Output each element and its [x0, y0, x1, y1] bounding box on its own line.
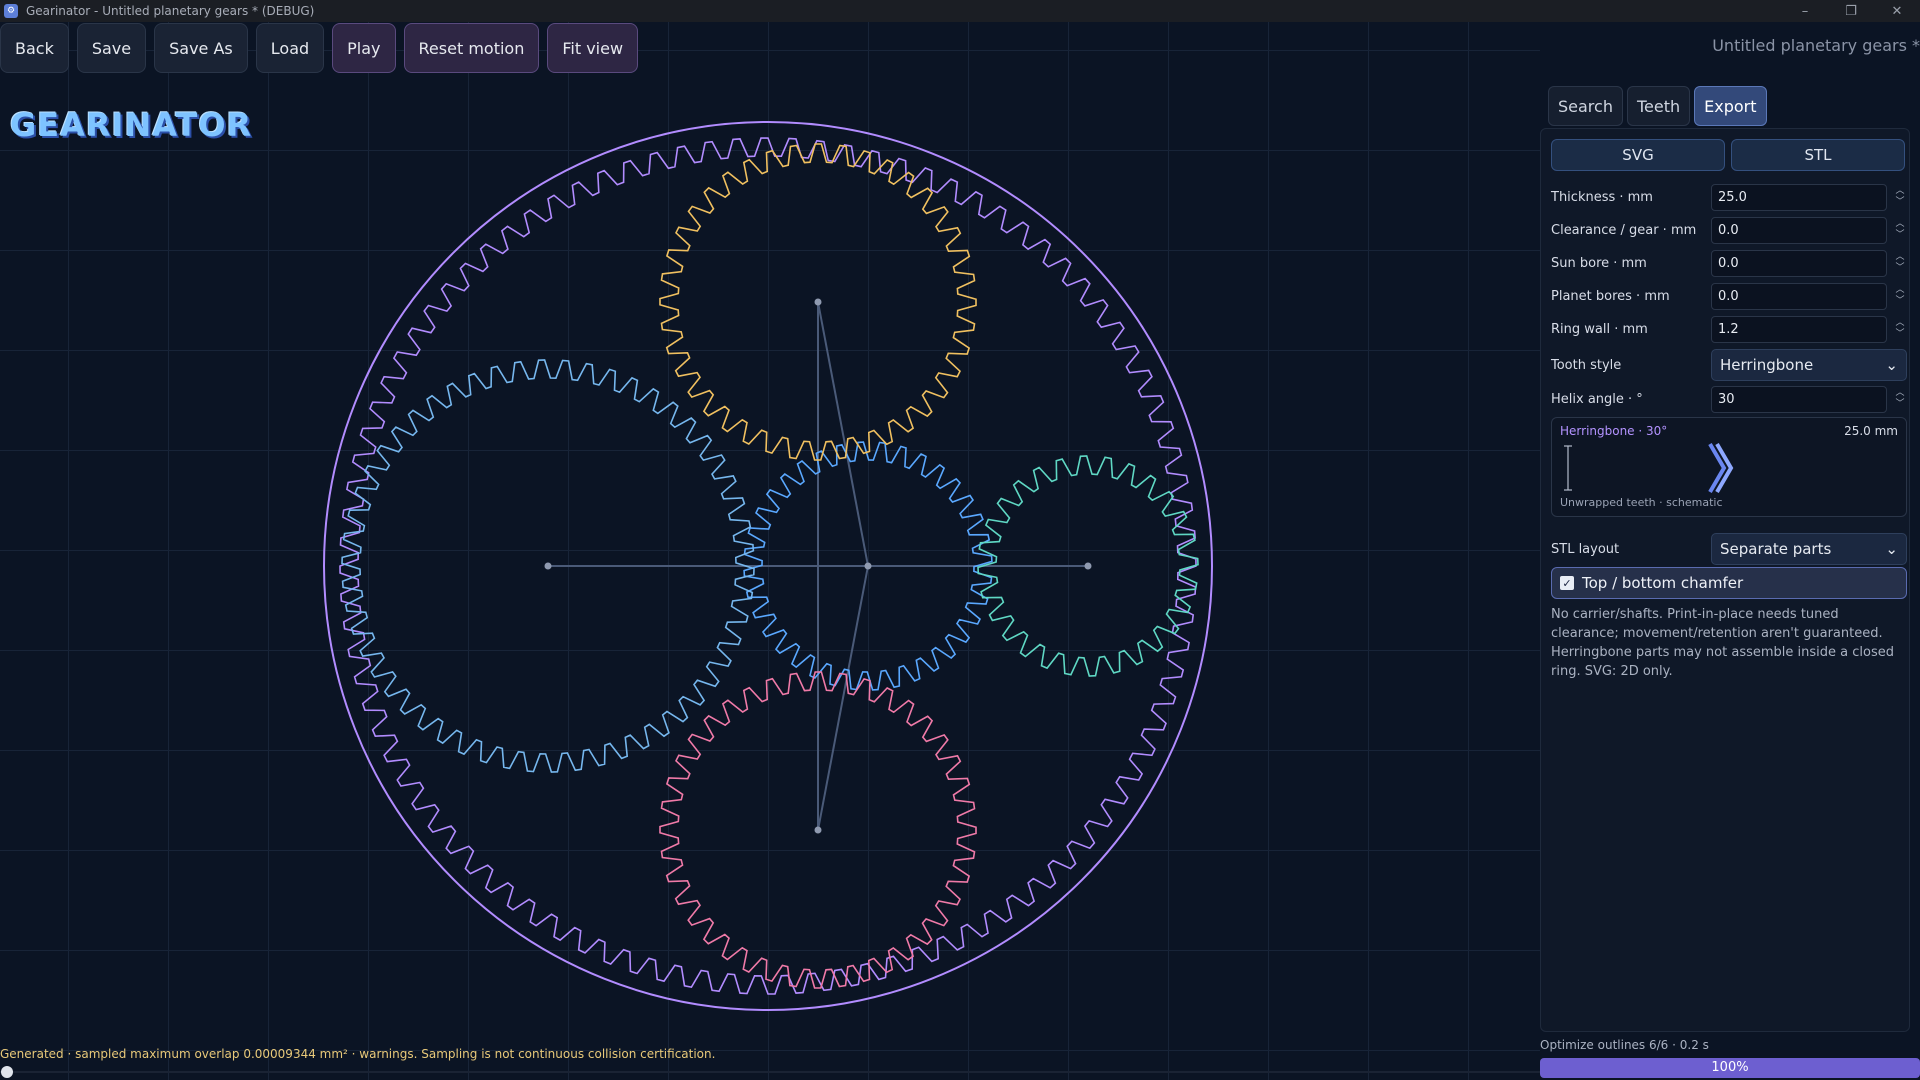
tooth-style-select[interactable]: Herringbone ⌄	[1711, 349, 1907, 381]
gear-center-point	[814, 298, 822, 306]
stl-export-button[interactable]: STL	[1731, 139, 1905, 171]
window-title: Gearinator - Untitled planetary gears * …	[26, 4, 315, 18]
toolbar: Back Save Save As Load Play Reset motion…	[0, 23, 639, 73]
title-bar: ⚙ Gearinator - Untitled planetary gears …	[0, 0, 1920, 22]
gear-drawing[interactable]	[0, 22, 1540, 1080]
export-note: No carrier/shafts. Print-in-place needs …	[1551, 607, 1894, 679]
tooth-style-value: Herringbone	[1720, 356, 1814, 374]
chevron-down-icon[interactable]: ﹀	[1893, 263, 1907, 274]
chevron-up-icon[interactable]: ︿	[1893, 285, 1907, 296]
chevron-up-icon[interactable]: ︿	[1893, 388, 1907, 399]
checkbox-checked-icon[interactable]: ✓	[1560, 576, 1574, 590]
chevron-down-icon[interactable]: ﹀	[1893, 399, 1907, 410]
timeline-handle[interactable]	[1, 1066, 13, 1078]
helix-angle-input[interactable]: 30	[1711, 385, 1887, 413]
svg-export-button[interactable]: SVG	[1551, 139, 1725, 171]
play-button[interactable]: Play	[332, 23, 396, 73]
clearance-spinner[interactable]: ︿ ﹀	[1893, 219, 1907, 241]
gear-center-point	[864, 562, 872, 570]
chevron-up-icon[interactable]: ︿	[1893, 219, 1907, 230]
sun-bore-spinner[interactable]: ︿ ﹀	[1893, 252, 1907, 274]
tab-teeth[interactable]: Teeth	[1626, 86, 1691, 126]
stl-layout-select[interactable]: Separate parts ⌄	[1711, 533, 1907, 565]
sun-bore-input[interactable]: 0.0	[1711, 249, 1887, 277]
gear-center-point	[1084, 562, 1092, 570]
timeline-track[interactable]	[0, 1071, 1540, 1073]
chamfer-toggle[interactable]: ✓ Top / bottom chamfer	[1551, 567, 1907, 599]
stl-layout-label: STL layout	[1551, 541, 1620, 557]
app-icon: ⚙	[4, 4, 18, 18]
progress-percent: 100%	[1711, 1060, 1749, 1075]
gear-canvas[interactable]	[0, 22, 1540, 1080]
minimize-icon[interactable]: –	[1782, 0, 1828, 22]
thickness-row: Thickness · mm 25.0 ︿ ﹀	[1551, 183, 1907, 211]
ring-wall-row: Ring wall · mm 1.2 ︿ ﹀	[1551, 315, 1907, 343]
carrier-arm	[817, 301, 869, 567]
helix-angle-row: Helix angle · ° 30 ︿ ﹀	[1551, 385, 1907, 413]
tab-export[interactable]: Export	[1694, 86, 1767, 126]
app-logo: GEARINATOR	[10, 106, 253, 144]
tooth-style-row: Tooth style Herringbone ⌄	[1551, 349, 1907, 381]
sun-bore-row: Sun bore · mm 0.0 ︿ ﹀	[1551, 249, 1907, 277]
ring-wall-label: Ring wall · mm	[1551, 321, 1648, 337]
chevron-down-icon: ⌄	[1885, 356, 1898, 374]
clearance-input[interactable]: 0.0	[1711, 216, 1887, 244]
ring-wall-input[interactable]: 1.2	[1711, 315, 1887, 343]
save-as-button[interactable]: Save As	[154, 23, 248, 73]
save-button[interactable]: Save	[76, 23, 147, 73]
back-button[interactable]: Back	[0, 23, 69, 73]
clearance-row: Clearance / gear · mm 0.0 ︿ ﹀	[1551, 216, 1907, 244]
export-panel: Search Teeth Export SVG STL Thickness · …	[1540, 80, 1920, 1080]
stl-layout-value: Separate parts	[1720, 540, 1832, 558]
load-button[interactable]: Load	[255, 23, 325, 73]
chevron-down-icon[interactable]: ﹀	[1893, 197, 1907, 208]
thickness-spinner[interactable]: ︿ ﹀	[1893, 186, 1907, 208]
fit-view-button[interactable]: Fit view	[547, 23, 639, 73]
chevron-down-icon[interactable]: ﹀	[1893, 230, 1907, 241]
planet-bores-input[interactable]: 0.0	[1711, 282, 1887, 310]
chevron-up-icon[interactable]: ︿	[1893, 186, 1907, 197]
tooth-style-label: Tooth style	[1551, 357, 1622, 373]
maximize-icon[interactable]: ❐	[1828, 0, 1874, 22]
close-icon[interactable]: ✕	[1874, 0, 1920, 22]
chevron-down-icon[interactable]: ﹀	[1893, 296, 1907, 307]
helix-angle-spinner[interactable]: ︿ ﹀	[1893, 388, 1907, 410]
window-controls: – ❐ ✕	[1782, 0, 1920, 22]
progress-bar: 100%	[1540, 1058, 1920, 1078]
chevron-down-icon: ⌄	[1885, 540, 1898, 558]
planet-bores-spinner[interactable]: ︿ ﹀	[1893, 285, 1907, 307]
reset-motion-button[interactable]: Reset motion	[403, 23, 540, 73]
chamfer-label: Top / bottom chamfer	[1582, 574, 1744, 592]
chevron-down-icon[interactable]: ﹀	[1893, 329, 1907, 340]
tab-search[interactable]: Search	[1548, 86, 1623, 126]
document-title: Untitled planetary gears *	[1712, 36, 1920, 55]
status-message: Generated · sampled maximum overlap 0.00…	[0, 1047, 716, 1061]
helix-angle-label: Helix angle · °	[1551, 391, 1643, 407]
chevron-up-icon[interactable]: ︿	[1893, 252, 1907, 263]
planet-bores-row: Planet bores · mm 0.0 ︿ ﹀	[1551, 282, 1907, 310]
progress-label: Optimize outlines 6/6 · 0.2 s	[1540, 1038, 1709, 1052]
format-buttons: SVG STL	[1551, 139, 1905, 171]
gear-center-point	[544, 562, 552, 570]
thickness-input[interactable]: 25.0	[1711, 183, 1887, 211]
stl-layout-row: STL layout Separate parts ⌄	[1551, 533, 1907, 565]
thickness-label: Thickness · mm	[1551, 189, 1653, 205]
herringbone-preview: Herringbone · 30° 25.0 mm Unwrapped teet…	[1551, 417, 1907, 517]
chevron-up-icon[interactable]: ︿	[1893, 318, 1907, 329]
planet-bores-label: Planet bores · mm	[1551, 288, 1670, 304]
clearance-label: Clearance / gear · mm	[1551, 222, 1697, 238]
carrier-arm	[817, 565, 869, 831]
gear-center-point	[814, 826, 822, 834]
ring-wall-spinner[interactable]: ︿ ﹀	[1893, 318, 1907, 340]
panel-body: SVG STL Thickness · mm 25.0 ︿ ﹀ Clearance…	[1540, 128, 1910, 1032]
preview-caption: Unwrapped teeth · schematic	[1560, 496, 1723, 509]
sun-bore-label: Sun bore · mm	[1551, 255, 1647, 271]
panel-tabs: Search Teeth Export	[1548, 86, 1767, 126]
